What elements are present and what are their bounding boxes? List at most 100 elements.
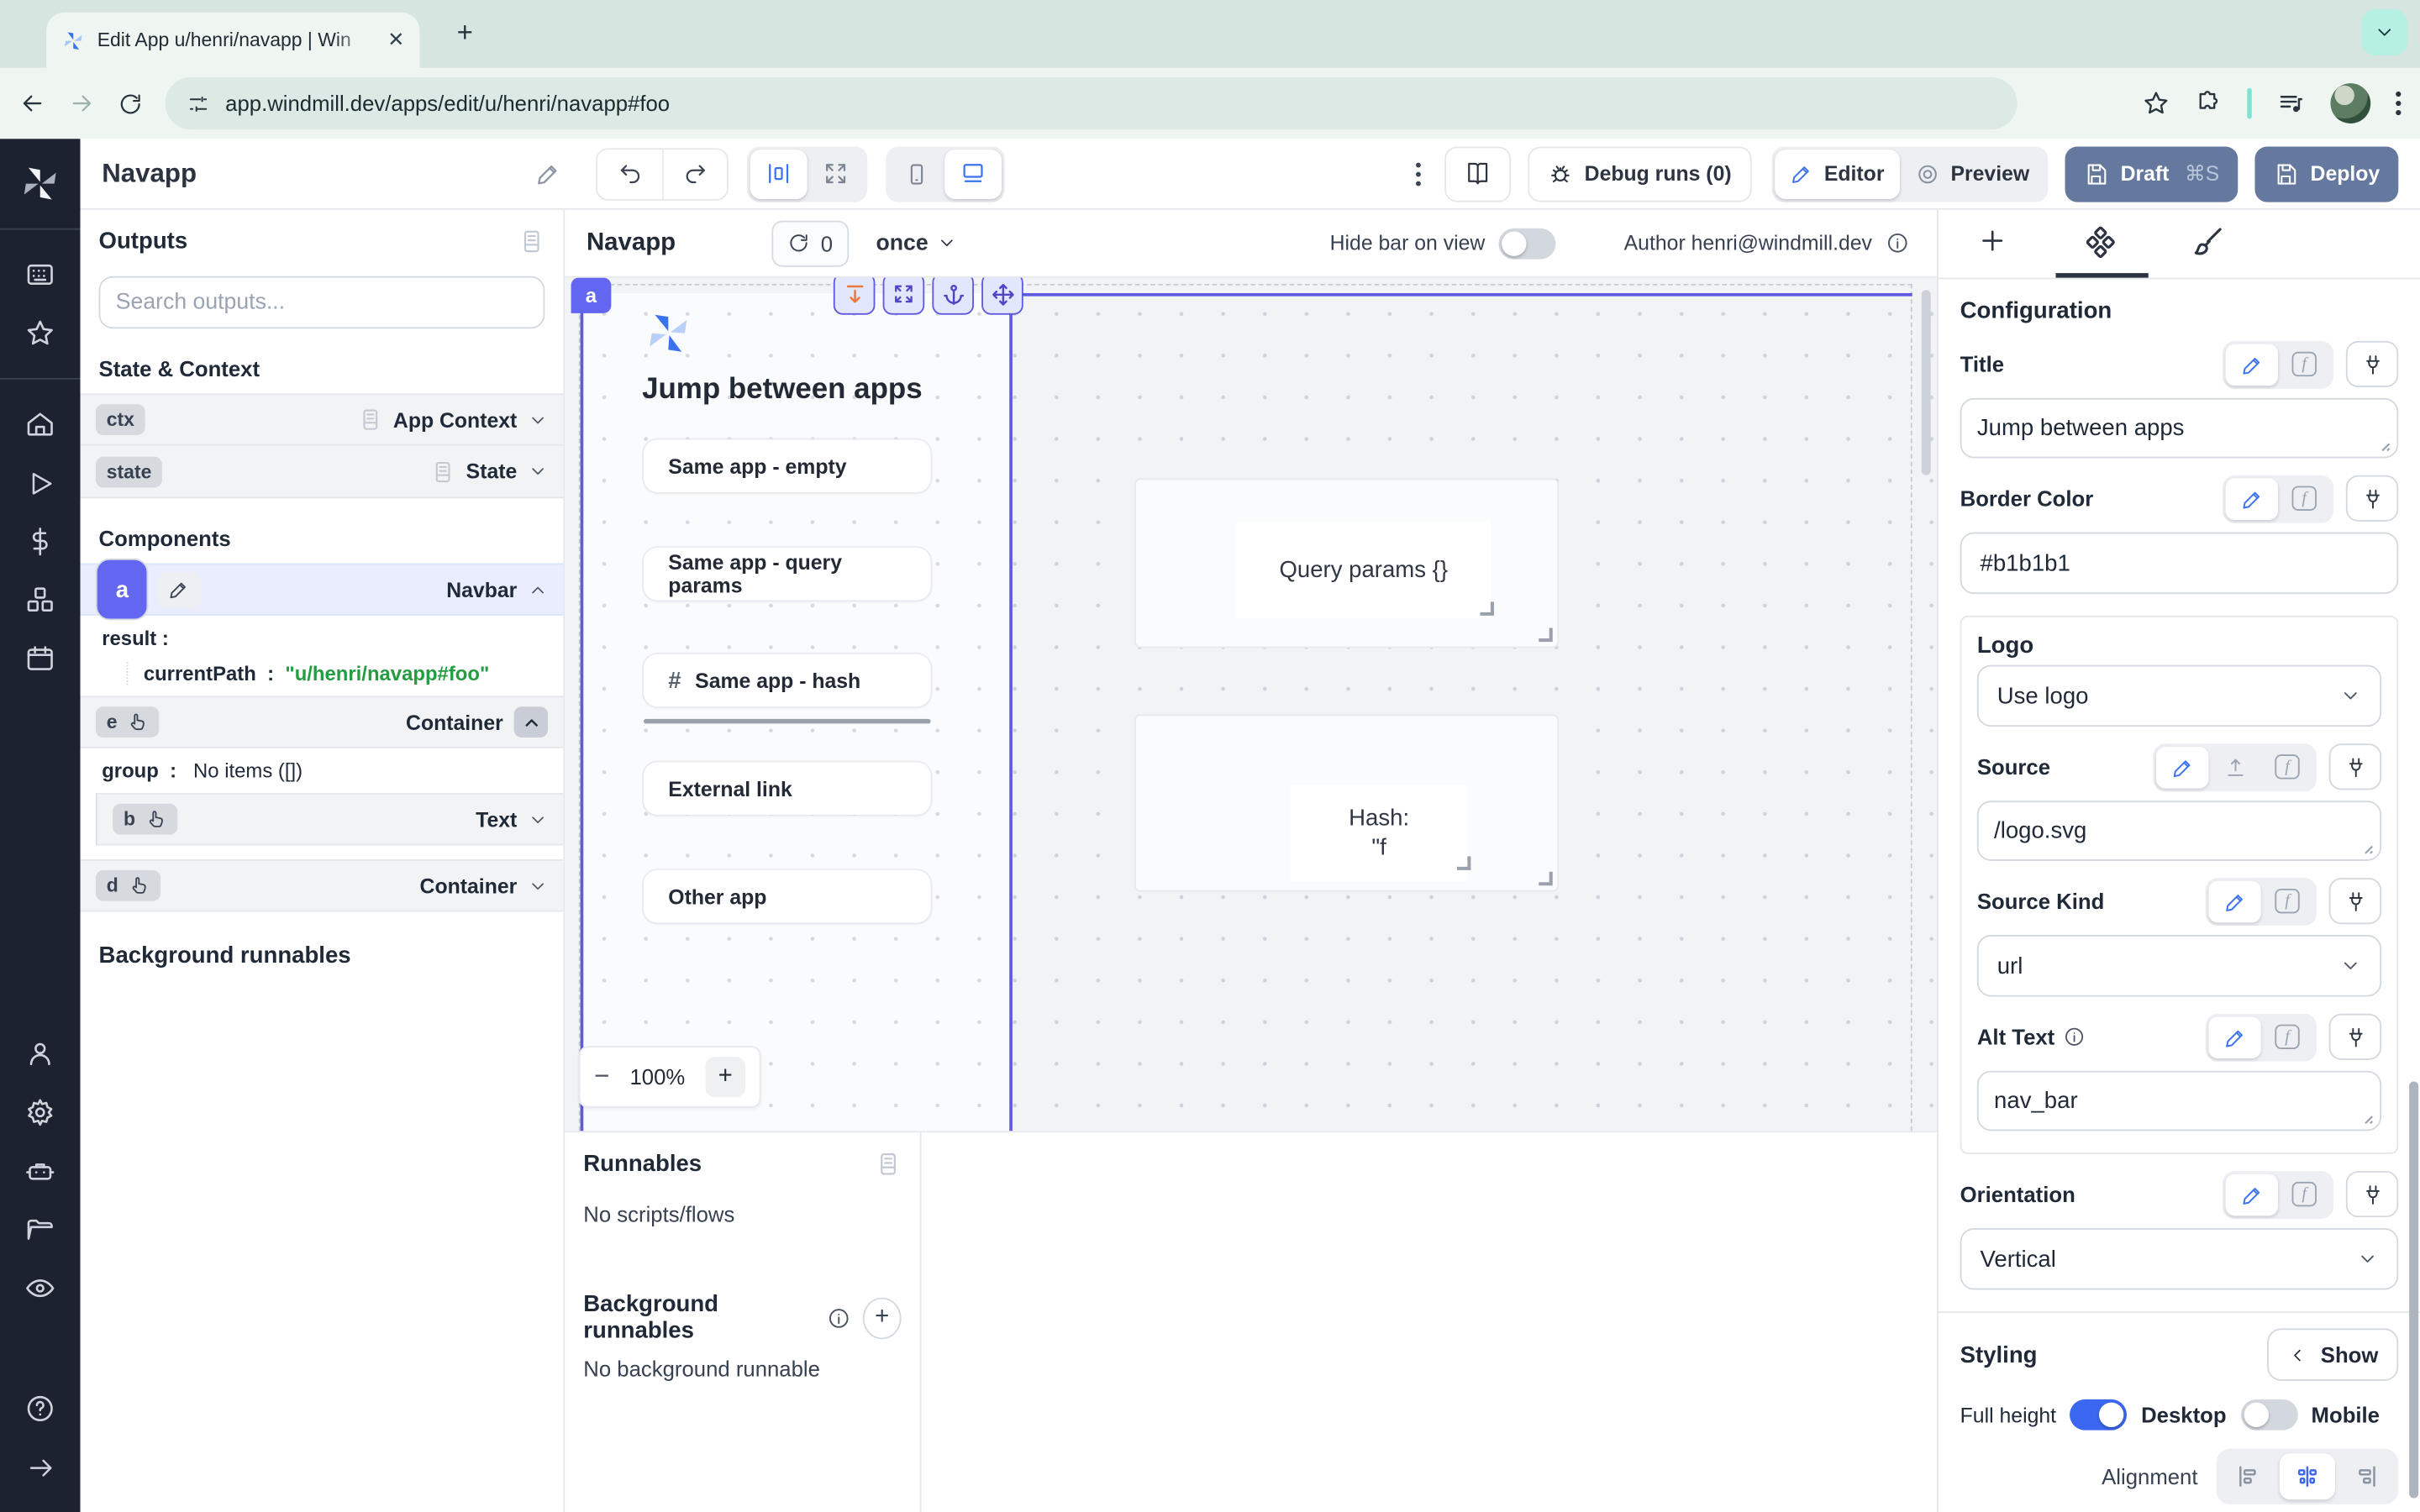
runnables-doc-icon[interactable]	[875, 1151, 901, 1177]
zoom-in-button[interactable]: +	[705, 1057, 745, 1097]
back-icon[interactable]	[18, 90, 46, 118]
border-color-input[interactable]: #b1b1b1	[1960, 533, 2399, 594]
sidebar-item-favorites[interactable]	[0, 304, 81, 363]
sidebar-item-schedules[interactable]	[0, 629, 81, 688]
component-row-container-e[interactable]: e Container	[81, 696, 564, 748]
fx-icon[interactable]: f	[2278, 1173, 2330, 1215]
media-queue-icon[interactable]	[2276, 89, 2306, 118]
sidebar-item-home[interactable]	[0, 395, 81, 454]
use-logo-select[interactable]: Use logo	[1977, 665, 2381, 727]
refresh-mode-dropdown[interactable]: once	[876, 231, 958, 255]
url-bar[interactable]: app.windmill.dev/apps/edit/u/henri/navap…	[166, 77, 2018, 129]
full-height-toggle[interactable]	[2070, 1399, 2128, 1431]
static-pencil-icon[interactable]	[2226, 1173, 2278, 1215]
component-row-navbar[interactable]: a Navbar	[81, 563, 564, 615]
sidebar-item-folders[interactable]	[0, 1200, 81, 1259]
search-input[interactable]	[116, 290, 528, 314]
connect-plug-icon[interactable]	[2346, 1171, 2398, 1217]
textarea-resize-icon[interactable]	[2360, 841, 2374, 855]
tab-insert-component[interactable]	[1939, 225, 2047, 256]
tab-global-styling[interactable]	[2154, 225, 2263, 258]
app-canvas[interactable]: Jump between apps Same app - empty Same …	[565, 278, 1937, 1131]
canvas-scrollbar[interactable]	[1922, 290, 1931, 475]
connect-plug-icon[interactable]	[2329, 878, 2381, 924]
debug-runs-button[interactable]: Debug runs (0)	[1528, 146, 1752, 202]
static-pencil-icon[interactable]	[2226, 344, 2278, 386]
ctx-row[interactable]: ctx App Context	[81, 393, 564, 445]
anchor-icon[interactable]	[932, 278, 974, 315]
query-params-card[interactable]: Query params {}	[1134, 478, 1559, 648]
chevron-down-icon[interactable]	[528, 410, 548, 430]
edit-id-pencil-icon[interactable]	[158, 572, 201, 607]
outputs-search[interactable]	[99, 276, 545, 328]
deploy-button[interactable]: Deploy	[2254, 146, 2398, 202]
zoom-out-button[interactable]: −	[594, 1062, 609, 1093]
title-input[interactable]: Jump between apps	[1960, 398, 2399, 459]
nav-link-other-app[interactable]: Other app	[644, 870, 931, 922]
sidebar-item-runs[interactable]	[0, 454, 81, 512]
chevron-up-icon[interactable]	[514, 706, 548, 738]
forward-icon[interactable]	[68, 90, 96, 118]
sidebar-item-apps[interactable]	[0, 245, 81, 304]
sidebar-item-workers[interactable]	[0, 1142, 81, 1200]
nav-link-same-app-query-params[interactable]: Same app - query params	[644, 548, 931, 600]
chevron-down-icon[interactable]	[528, 875, 548, 895]
query-params-text-component[interactable]: Query params {}	[1236, 522, 1491, 619]
chevron-down-icon[interactable]	[528, 809, 548, 829]
browser-menu-icon[interactable]	[2396, 91, 2402, 115]
hash-text-component[interactable]: Hash: "f	[1291, 785, 1468, 881]
sidebar-collapse-icon[interactable]	[0, 1438, 81, 1497]
fx-icon[interactable]: f	[2261, 1016, 2313, 1058]
docs-button[interactable]	[1444, 146, 1511, 202]
sidebar-item-users[interactable]	[0, 1025, 81, 1084]
styling-show-button[interactable]: Show	[2267, 1328, 2399, 1380]
source-kind-select[interactable]: url	[1977, 935, 2381, 996]
window-chevron-button[interactable]	[2361, 9, 2407, 55]
selected-component-badge[interactable]: a	[571, 278, 612, 313]
extensions-icon[interactable]	[2195, 90, 2223, 118]
static-pencil-icon[interactable]	[2156, 746, 2208, 788]
move-icon[interactable]	[981, 278, 1023, 315]
hide-bar-toggle[interactable]	[1499, 228, 1556, 259]
navbar-component[interactable]: Jump between apps Same app - empty Same …	[581, 293, 1013, 1131]
textarea-resize-icon[interactable]	[2377, 438, 2391, 453]
connect-plug-icon[interactable]	[2346, 475, 2398, 522]
align-center-icon[interactable]	[2280, 1453, 2335, 1499]
browser-tab[interactable]: Edit App u/henri/navapp | Win ✕	[46, 13, 419, 68]
resize-handle-icon[interactable]	[1537, 870, 1552, 885]
nav-link-same-app-empty[interactable]: Same app - empty	[644, 439, 931, 491]
new-tab-button[interactable]: +	[457, 18, 473, 46]
sidebar-item-help[interactable]	[0, 1379, 81, 1438]
align-right-icon[interactable]	[2338, 1453, 2394, 1499]
nav-link-external[interactable]: External link	[644, 762, 931, 814]
upload-icon[interactable]	[2208, 746, 2260, 788]
static-pencil-icon[interactable]	[2208, 880, 2260, 922]
outputs-doc-icon[interactable]	[518, 228, 544, 255]
resize-handle-icon[interactable]	[1455, 855, 1470, 870]
fx-icon[interactable]: f	[2261, 746, 2313, 788]
sidebar-item-audit-logs[interactable]	[0, 1259, 81, 1318]
redo-button[interactable]	[663, 149, 728, 198]
component-row-container-d[interactable]: d Container	[81, 859, 564, 911]
reload-icon[interactable]	[118, 90, 144, 116]
draft-button[interactable]: Draft ⌘S	[2065, 146, 2238, 202]
windmill-logo-icon[interactable]	[0, 155, 81, 213]
state-row[interactable]: state State	[81, 446, 564, 498]
connect-plug-icon[interactable]	[2329, 1014, 2381, 1060]
orientation-select[interactable]: Vertical	[1960, 1228, 2399, 1289]
sidebar-item-resources[interactable]	[0, 571, 81, 630]
fx-icon[interactable]: f	[2278, 477, 2330, 519]
tab-component-settings[interactable]	[2047, 225, 2155, 259]
mobile-view-button[interactable]	[890, 149, 945, 198]
preview-tab[interactable]: Preview	[1900, 149, 2045, 198]
add-background-runnable-button[interactable]: +	[863, 1297, 902, 1339]
component-row-text-b[interactable]: b Text	[97, 793, 564, 845]
undo-button[interactable]	[598, 149, 663, 198]
static-pencil-icon[interactable]	[2208, 1016, 2260, 1058]
hash-card[interactable]: Hash: "f	[1134, 714, 1559, 891]
connect-plug-icon[interactable]	[2346, 341, 2398, 387]
fx-icon[interactable]: f	[2278, 344, 2330, 386]
source-input[interactable]: /logo.svg	[1977, 801, 2381, 861]
nav-link-same-app-hash[interactable]: # Same app - hash	[644, 654, 931, 706]
static-pencil-icon[interactable]	[2226, 477, 2278, 519]
